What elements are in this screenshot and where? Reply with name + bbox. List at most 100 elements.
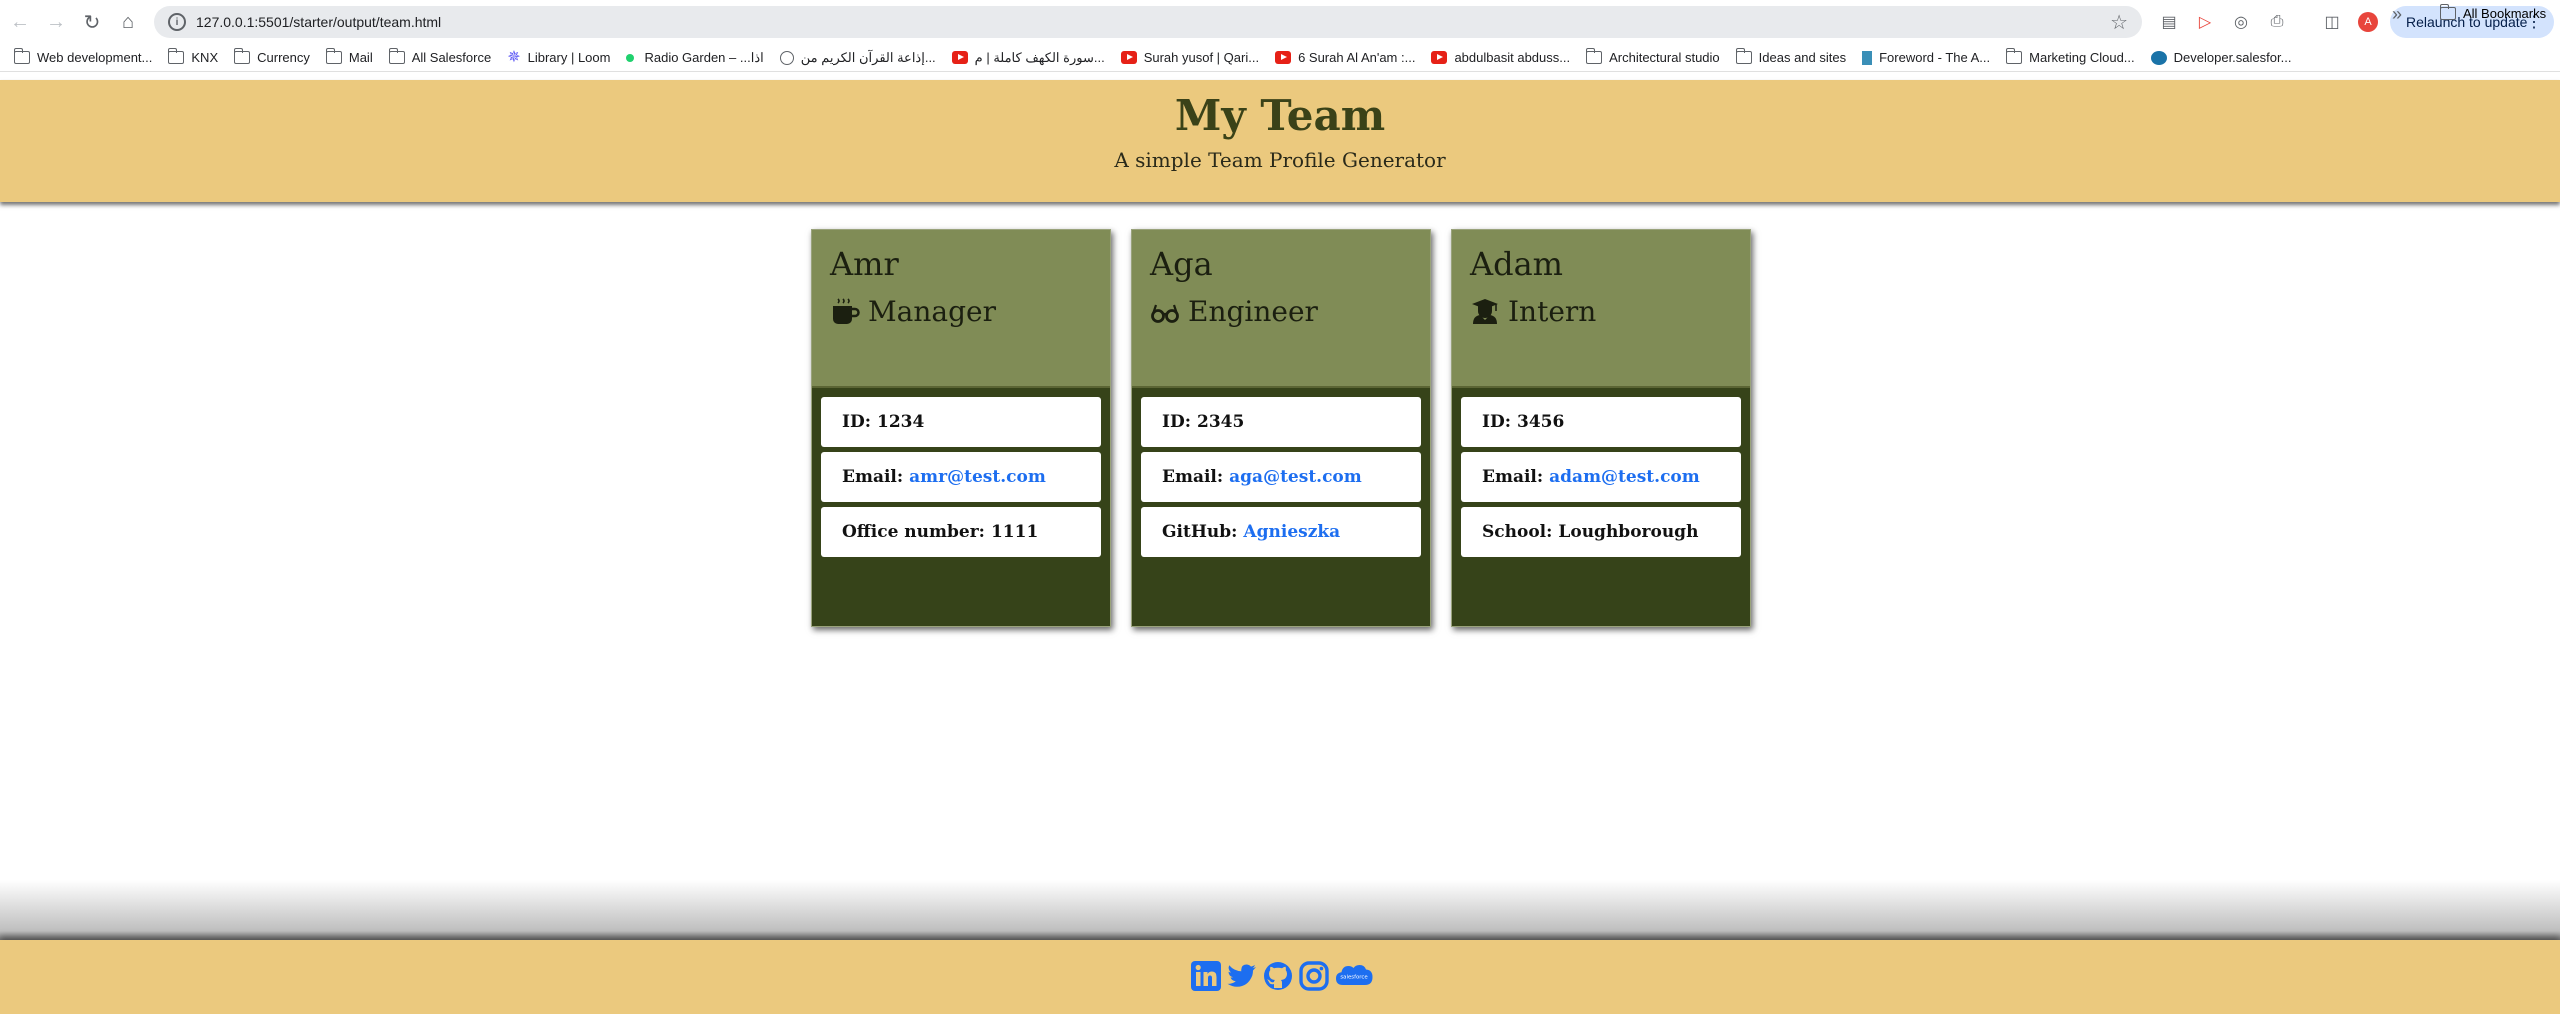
footer-shadow [0, 880, 2560, 940]
bookmark-item[interactable]: إذاعة القرآن الكريم من... [779, 49, 936, 66]
forward-arrow-icon[interactable]: → [40, 6, 72, 38]
profile-avatar[interactable]: A [2358, 12, 2378, 32]
code-extension-icon[interactable]: ◎ [2229, 10, 2253, 34]
salesforce-logo-text: salesforce [1340, 975, 1368, 981]
id-row: ID: 1234 [821, 397, 1101, 447]
folder-icon [234, 48, 251, 64]
youtube-icon [951, 51, 968, 64]
bookmark-label: Marketing Cloud... [2029, 50, 2135, 65]
bookmark-item[interactable]: Foreword - The A... [1862, 50, 1990, 65]
bookmark-item[interactable]: Ideas and sites [1735, 48, 1847, 65]
more-bookmarks-chevron-icon[interactable]: » [2392, 4, 2402, 25]
school-label: School: [1482, 522, 1553, 542]
salesforce-icon[interactable]: salesforce [1334, 960, 1374, 992]
address-bar[interactable]: i 127.0.0.1:5501/starter/output/team.htm… [154, 6, 2142, 38]
bookmark-item[interactable]: Architectural studio [1586, 48, 1720, 65]
bookmark-item[interactable]: Radio Garden – ...اذا [626, 50, 764, 66]
mug-icon [833, 298, 860, 324]
cloud-icon [2150, 50, 2167, 65]
id-value: 2345 [1196, 412, 1245, 432]
folder-icon [14, 48, 30, 64]
id-row: ID: 2345 [1141, 397, 1421, 447]
folder-icon [1735, 48, 1752, 64]
bookmark-label: Architectural studio [1609, 50, 1720, 65]
home-icon[interactable]: ⌂ [112, 6, 144, 38]
video-extension-icon[interactable]: ▷ [2193, 10, 2217, 34]
folder-icon [168, 48, 185, 64]
browser-toolbar: ← → ↻ ⌂ i 127.0.0.1:5501/starter/output/… [0, 0, 2560, 44]
bookmark-item[interactable]: Surah yusof | Qari... [1120, 50, 1260, 65]
email-row: Email: amr@test.com [821, 452, 1101, 502]
github-label: GitHub: [1162, 522, 1238, 542]
bookmark-label: Ideas and sites [1758, 50, 1847, 65]
github-row: GitHub: Agnieszka [1141, 507, 1421, 557]
employee-name: Aga [1150, 245, 1213, 283]
bookmark-item[interactable]: Marketing Cloud... [2006, 48, 2135, 65]
bookmark-label: Surah yusof | Qari... [1143, 50, 1260, 65]
bookmark-item[interactable]: سورة الكهف كاملة | م... [951, 49, 1105, 66]
bookmark-item[interactable]: Mail [325, 48, 373, 65]
office-number-row: Office number: 1111 [821, 507, 1101, 557]
school-row: School: Loughborough [1461, 507, 1741, 557]
email-row: Email: aga@test.com [1141, 452, 1421, 502]
id-value: 1234 [876, 412, 925, 432]
bookmark-label: All Salesforce [411, 50, 492, 65]
page-title: My Team [1174, 91, 1386, 140]
bookmark-item[interactable]: Currency [234, 48, 310, 65]
twitter-icon[interactable] [1226, 960, 1258, 992]
bookmark-label: إذاعة القرآن الكريم من... [800, 49, 936, 65]
reload-icon[interactable]: ↻ [76, 6, 108, 38]
role-label: Manager [868, 295, 996, 328]
page-header: My Team A simple Team Profile Generator [0, 80, 2560, 202]
team-card-engineer: Aga Engineer ID: 2345 Email: aga@test.com … [1131, 229, 1431, 627]
email-link[interactable]: aga@test.com [1229, 467, 1362, 487]
email-link[interactable]: amr@test.com [909, 467, 1046, 487]
bookmark-item[interactable]: All Salesforce [388, 48, 492, 65]
bookmark-item[interactable]: ✵ Library | Loom [507, 50, 610, 66]
github-link[interactable]: Agnieszka [1243, 522, 1340, 542]
id-row: ID: 3456 [1461, 397, 1741, 447]
github-icon[interactable] [1262, 960, 1294, 992]
employee-name: Amr [830, 245, 899, 283]
side-panel-icon[interactable]: ◫ [2320, 10, 2344, 34]
all-bookmarks-folder[interactable]: All Bookmarks [2440, 4, 2546, 21]
bookmark-item[interactable]: Developer.salesfor... [2150, 50, 2291, 65]
folder-icon [325, 48, 342, 64]
bookmark-item[interactable]: KNX [168, 48, 219, 65]
bookmark-item[interactable]: Web development... [14, 48, 153, 65]
folder-icon [2440, 4, 2456, 20]
bookmark-label: KNX [191, 50, 219, 65]
email-label: Email: [1162, 467, 1224, 487]
bookmark-label: Foreword - The A... [1879, 50, 1991, 65]
card-header: Aga Engineer [1132, 230, 1430, 388]
email-link[interactable]: adam@test.com [1549, 467, 1700, 487]
bookmark-star-icon[interactable]: ☆ [2110, 10, 2128, 35]
email-label: Email: [842, 467, 904, 487]
id-label: ID: [1162, 412, 1191, 432]
employee-name: Adam [1470, 245, 1564, 283]
extensions-puzzle-icon[interactable]: ⎙ [2265, 10, 2289, 34]
office-number-label: Office number: [842, 522, 985, 542]
bookmark-item[interactable]: 6 Surah Al An'am :... [1275, 50, 1415, 65]
id-value: 3456 [1516, 412, 1565, 432]
clapperboard-extension-icon[interactable]: ▤ [2157, 10, 2181, 34]
folder-icon [388, 48, 405, 64]
bookmark-label: سورة الكهف كاملة | م... [974, 49, 1105, 65]
employee-role: Manager [830, 292, 996, 332]
card-header: Adam Intern [1452, 230, 1750, 388]
youtube-icon [1431, 51, 1448, 64]
role-label: Engineer [1188, 295, 1318, 328]
back-arrow-icon[interactable]: ← [4, 6, 36, 38]
bookmark-item[interactable]: abdulbasit abduss... [1431, 50, 1570, 65]
linkedin-icon[interactable] [1190, 960, 1222, 992]
instagram-icon[interactable] [1298, 960, 1330, 992]
school-value: Loughborough [1558, 522, 1699, 542]
bookmark-label: Currency [257, 50, 310, 65]
bookmark-label: Web development... [37, 50, 153, 65]
role-label: Intern [1508, 295, 1597, 328]
site-info-icon[interactable]: i [168, 13, 186, 31]
radio-dot-icon [626, 53, 635, 62]
address-url[interactable]: 127.0.0.1:5501/starter/output/team.html [196, 14, 441, 30]
email-label: Email: [1482, 467, 1544, 487]
globe-icon [779, 50, 794, 65]
